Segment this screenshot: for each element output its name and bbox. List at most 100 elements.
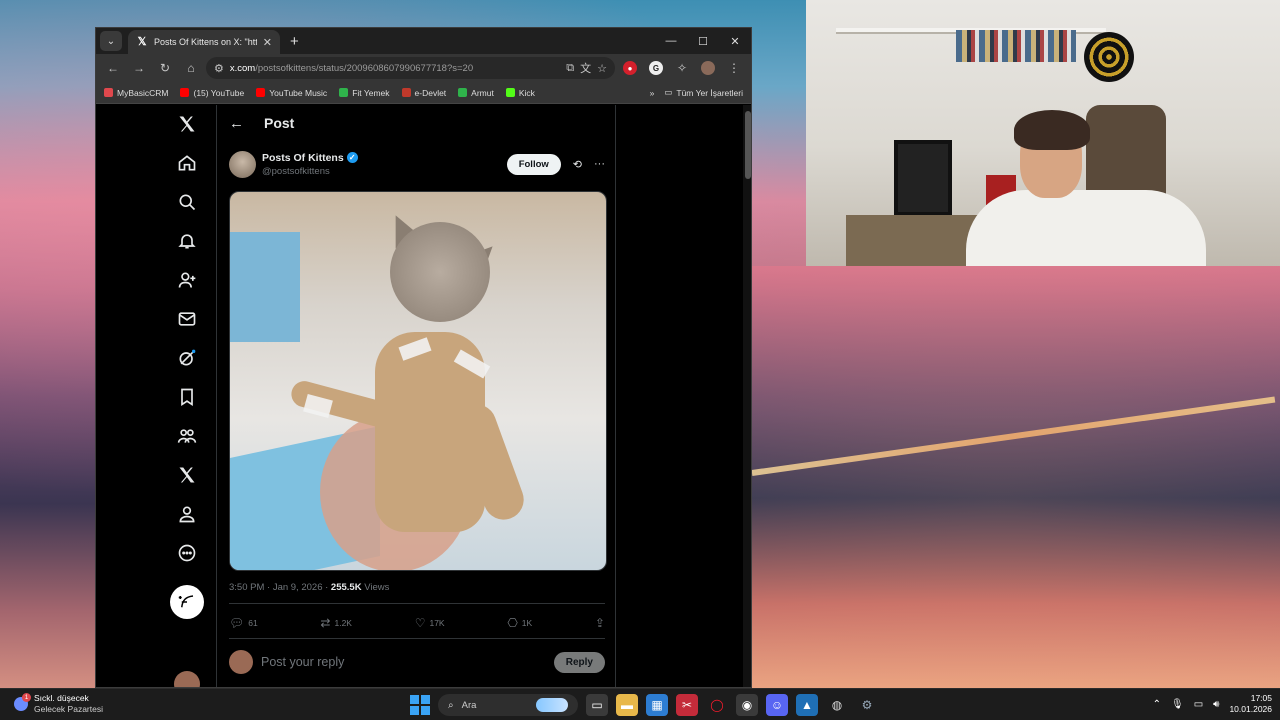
post-more-icon[interactable]: ··· — [594, 158, 605, 170]
photos-icon[interactable]: ▲ — [796, 694, 818, 716]
site-info-icon[interactable]: ⚙ — [214, 62, 224, 75]
author-name-row[interactable]: Posts Of Kittens ✓ — [262, 152, 501, 164]
chrome-icon[interactable]: ◉ — [736, 694, 758, 716]
maximize-button[interactable]: ☐ — [687, 28, 719, 54]
compose-post-button[interactable] — [170, 585, 204, 619]
calculator-icon[interactable]: ▦ — [646, 694, 668, 716]
author-names: Posts Of Kittens ✓ @postsofkittens — [262, 152, 501, 177]
bookmark-item[interactable]: e-Devlet — [401, 88, 446, 98]
start-windows-icon[interactable] — [410, 695, 430, 715]
bookmark-star-icon[interactable]: ☆ — [597, 62, 607, 75]
translate-icon[interactable]: 文 — [580, 60, 591, 76]
bookmarks-icon[interactable] — [174, 384, 200, 410]
x-logo-nav-icon[interactable] — [174, 111, 200, 137]
close-window-button[interactable]: ✕ — [719, 28, 751, 54]
bookmark-label: Fit Yemek — [352, 87, 390, 98]
home-icon[interactable] — [174, 150, 200, 176]
scrollbar-thumb[interactable] — [745, 111, 751, 179]
weather-icon: 1 — [14, 693, 31, 711]
extension-g-icon[interactable]: G — [645, 57, 667, 79]
bookmark-icon: ⎔ — [507, 616, 518, 630]
profile-avatar-icon[interactable] — [697, 57, 719, 79]
follow-people-icon[interactable] — [174, 267, 200, 293]
bookmark-item[interactable]: (15) YouTube — [180, 88, 244, 98]
microphone-icon[interactable]: 🎙︎ — [1171, 699, 1184, 710]
premium-x-icon[interactable] — [174, 462, 200, 488]
volume-icon[interactable]: 🔊︎ — [1213, 699, 1219, 710]
follow-button[interactable]: Follow — [506, 153, 561, 175]
display-icon[interactable]: ▭ — [1194, 699, 1203, 710]
discord-icon[interactable]: ☺ — [766, 694, 788, 716]
post-media-image[interactable] — [229, 191, 607, 571]
post-actions: 💬︎ 61 ⇄ 1.2K ♡ 17K ⎔ 1K ⇪ — [229, 613, 605, 633]
clock-time: 17:05 — [1250, 693, 1272, 703]
reply-action[interactable]: 💬︎ 61 — [229, 616, 258, 630]
file-explorer-icon[interactable]: ▬ — [616, 694, 638, 716]
like-count: 17K — [429, 618, 445, 628]
author-avatar[interactable] — [229, 150, 256, 178]
clock[interactable]: 17:05 10.01.2026 — [1229, 693, 1272, 715]
more-bookmarks-button[interactable]: » — [650, 88, 655, 98]
bookmarks-right: » ▭ Tüm Yer İşaretleri — [650, 87, 743, 98]
bookmark-label: MyBasicCRM — [117, 87, 169, 98]
post-timestamp[interactable]: 3:50 PM · Jan 9, 2026 · — [229, 582, 331, 593]
author-name: Posts Of Kittens — [262, 151, 344, 164]
extension-red-icon[interactable]: ● — [619, 57, 641, 79]
snipping-tool-icon[interactable]: ✂ — [676, 694, 698, 716]
url-path: /postsofkittens/status/20096086079906777… — [255, 62, 474, 74]
bookmark-favicon-icon — [104, 88, 113, 97]
tray-overflow-icon[interactable]: ⌃ — [1153, 699, 1161, 710]
tab-active[interactable]: 𝕏 Posts Of Kittens on X: "https://t ✕ — [128, 30, 280, 54]
reload-button[interactable]: ↻ — [154, 57, 176, 79]
address-bar[interactable]: ⚙ x.com/postsofkittens/status/2009608607… — [206, 57, 615, 79]
back-button[interactable]: ← — [102, 57, 124, 79]
views-label: Views — [361, 582, 390, 593]
webcam-person-shirt — [966, 190, 1206, 266]
webcam-books — [956, 30, 1076, 62]
profile-icon[interactable] — [174, 501, 200, 527]
tab-bar: ⌄ 𝕏 Posts Of Kittens on X: "https://t ✕ … — [96, 28, 751, 54]
repost-action[interactable]: ⇄ 1.2K — [320, 616, 352, 630]
page-scrollbar[interactable] — [743, 105, 751, 687]
obs-icon[interactable]: ◍ — [826, 694, 848, 716]
account-avatar[interactable] — [174, 671, 200, 687]
taskbar-search[interactable]: ⌕ Ara — [438, 694, 578, 716]
grok-explain-icon[interactable]: ⟲ — [573, 158, 582, 171]
settings-gear-icon[interactable]: ⚙ — [856, 694, 878, 716]
bookmark-item[interactable]: YouTube Music — [256, 88, 327, 98]
communities-icon[interactable] — [174, 423, 200, 449]
tab-close-icon[interactable]: ✕ — [263, 36, 272, 49]
notifications-bell-icon[interactable] — [174, 228, 200, 254]
messages-envelope-icon[interactable] — [174, 306, 200, 332]
url-host: x.com — [229, 62, 256, 74]
search-icon[interactable] — [174, 189, 200, 215]
bookmark-item[interactable]: MyBasicCRM — [104, 88, 168, 98]
all-bookmarks-label: Tüm Yer İşaretleri — [676, 87, 743, 98]
all-bookmarks-folder[interactable]: ▭ Tüm Yer İşaretleri — [664, 87, 743, 98]
bookmark-item[interactable]: Armut — [458, 88, 494, 98]
minimize-button[interactable]: — — [655, 28, 687, 54]
tab-search-button[interactable]: ⌄ — [100, 31, 122, 51]
reply-input[interactable]: Post your reply — [261, 655, 546, 669]
bookmark-action[interactable]: ⎔ 1K — [507, 616, 532, 630]
wallpaper-city — [752, 266, 1280, 688]
forward-button[interactable]: → — [128, 57, 150, 79]
webcam-dartboard — [1084, 32, 1134, 82]
bookmark-item[interactable]: Kick — [505, 88, 535, 98]
back-arrow-icon[interactable]: ← — [229, 115, 244, 132]
install-app-icon[interactable]: ⧉ — [566, 62, 574, 75]
grok-icon[interactable] — [174, 345, 200, 371]
home-button[interactable]: ⌂ — [180, 57, 202, 79]
opera-icon[interactable]: ◯ — [706, 694, 728, 716]
reply-button[interactable]: Reply — [553, 651, 605, 673]
new-tab-button[interactable]: + — [290, 33, 299, 50]
browser-menu-icon[interactable]: ⋮ — [723, 57, 745, 79]
task-view-icon[interactable]: ▭ — [586, 694, 608, 716]
author-handle[interactable]: @postsofkittens — [262, 166, 501, 177]
weather-widget[interactable]: 1 Sıckl. düşecek Gelecek Pazartesi — [14, 693, 103, 715]
extensions-puzzle-icon[interactable]: ✧ — [671, 57, 693, 79]
bookmark-item[interactable]: Fit Yemek — [339, 87, 390, 98]
more-options-icon[interactable] — [174, 540, 200, 566]
like-action[interactable]: ♡ 17K — [415, 616, 445, 630]
share-action[interactable]: ⇪ — [595, 616, 605, 630]
